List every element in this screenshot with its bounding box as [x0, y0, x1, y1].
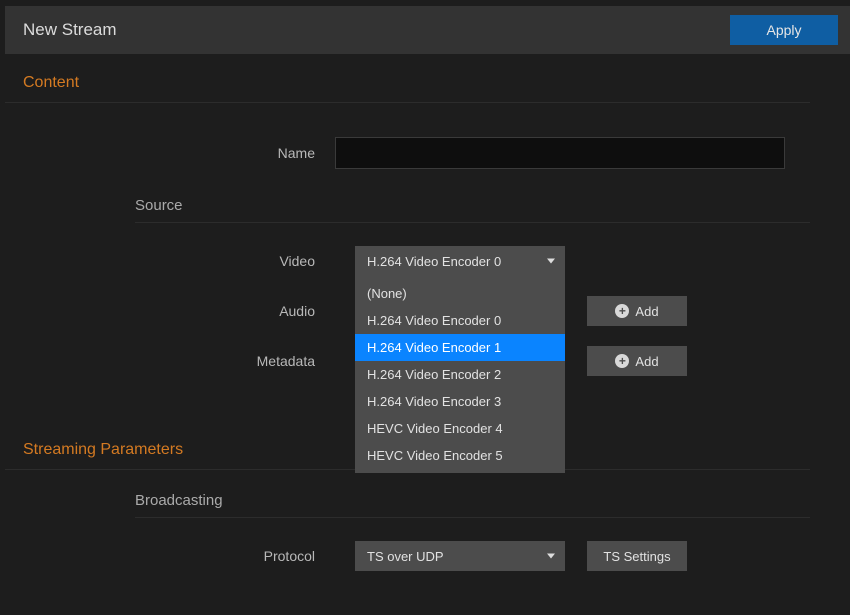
name-input[interactable] [335, 137, 785, 169]
label-protocol: Protocol [5, 548, 335, 564]
section-content: Content [5, 54, 810, 103]
label-audio: Audio [5, 303, 335, 319]
video-dropdown-item[interactable]: H.264 Video Encoder 0 [355, 307, 565, 334]
video-dropdown-item[interactable]: HEVC Video Encoder 4 [355, 415, 565, 442]
header-bar: New Stream Apply [5, 6, 850, 54]
protocol-dropdown-toggle[interactable]: TS over UDP [355, 541, 565, 571]
video-dropdown-item[interactable]: H.264 Video Encoder 3 [355, 388, 565, 415]
chevron-down-icon [547, 259, 555, 264]
subsection-source: Source [135, 169, 810, 223]
apply-button[interactable]: Apply [730, 15, 838, 45]
video-dropdown-item[interactable]: (None) [355, 280, 565, 307]
video-dropdown-item[interactable]: HEVC Video Encoder 5 [355, 442, 565, 469]
video-dropdown-item[interactable]: H.264 Video Encoder 1 [355, 334, 565, 361]
video-dropdown-item[interactable]: H.264 Video Encoder 2 [355, 361, 565, 388]
add-metadata-label: Add [635, 354, 658, 369]
subsection-broadcasting: Broadcasting [135, 470, 810, 518]
label-metadata: Metadata [5, 353, 335, 369]
page-title: New Stream [23, 20, 730, 40]
ts-settings-button[interactable]: TS Settings [587, 541, 687, 571]
add-audio-label: Add [635, 304, 658, 319]
video-dropdown-selected: H.264 Video Encoder 0 [367, 254, 501, 269]
video-dropdown-menu: (None)H.264 Video Encoder 0H.264 Video E… [355, 276, 565, 473]
plus-icon: + [615, 354, 629, 368]
video-dropdown-toggle[interactable]: H.264 Video Encoder 0 [355, 246, 565, 276]
plus-icon: + [615, 304, 629, 318]
add-audio-button[interactable]: + Add [587, 296, 687, 326]
label-name: Name [5, 145, 335, 161]
label-video: Video [5, 253, 335, 269]
protocol-dropdown[interactable]: TS over UDP [355, 541, 565, 571]
add-metadata-button[interactable]: + Add [587, 346, 687, 376]
protocol-dropdown-selected: TS over UDP [367, 549, 444, 564]
video-dropdown[interactable]: H.264 Video Encoder 0 (None)H.264 Video … [355, 246, 565, 276]
chevron-down-icon [547, 554, 555, 559]
